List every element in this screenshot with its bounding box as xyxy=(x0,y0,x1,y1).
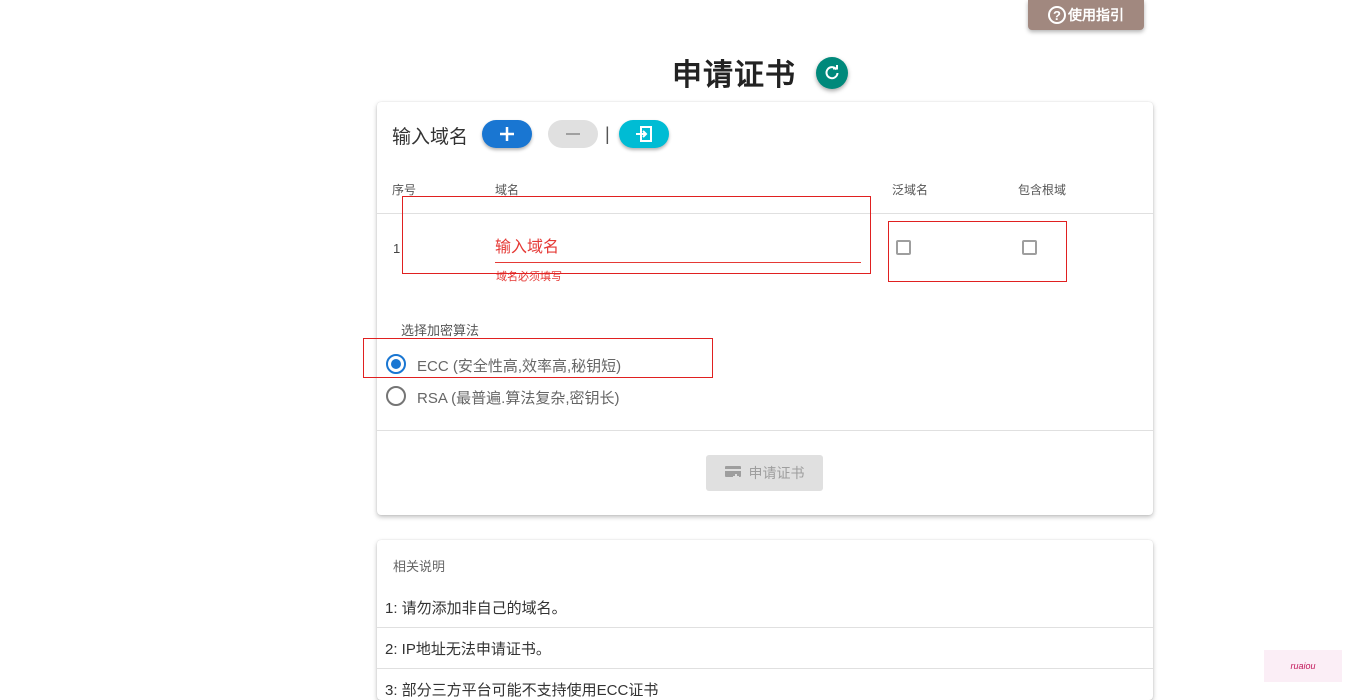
rsa-option-label[interactable]: RSA (最普遍.算法复杂,密钥长) xyxy=(417,387,620,408)
minus-icon xyxy=(566,133,580,135)
ecc-radio[interactable] xyxy=(386,354,406,374)
list-item: 3: 部分三方平台可能不支持使用ECC证书 xyxy=(385,681,659,699)
plus-icon xyxy=(500,127,514,141)
import-domain-button[interactable] xyxy=(619,120,669,148)
certificate-add-icon xyxy=(724,466,741,480)
list-item: 2: IP地址无法申请证书。 xyxy=(385,640,551,658)
import-icon xyxy=(636,126,652,142)
add-domain-button[interactable] xyxy=(482,120,532,148)
form-divider xyxy=(377,430,1153,431)
ecc-option-label[interactable]: ECC (安全性高,效率高,秘钥短) xyxy=(417,355,621,376)
apply-certificate-label: 申请证书 xyxy=(748,465,805,481)
domain-input-label: 输入域名 xyxy=(392,127,469,148)
highlight-domain-field xyxy=(402,196,871,274)
notes-title: 相关说明 xyxy=(393,559,446,574)
page-title: 申请证书 xyxy=(672,59,796,92)
toolbar-separator: | xyxy=(605,124,610,144)
row-index: 1 xyxy=(393,241,401,256)
refresh-icon xyxy=(825,65,839,80)
watermark-logo: ruaiou xyxy=(1264,650,1342,682)
help-circle-icon: ? xyxy=(1048,6,1066,24)
column-root-domain: 包含根域 xyxy=(1018,183,1067,197)
usage-guide-button[interactable]: ? 使用指引 xyxy=(1028,0,1144,30)
algorithm-label: 选择加密算法 xyxy=(401,323,480,338)
rsa-radio[interactable] xyxy=(386,386,406,406)
list-item: 1: 请勿添加非自己的域名。 xyxy=(385,599,567,617)
refresh-button[interactable] xyxy=(816,57,848,89)
notes-card: 相关说明 1: 请勿添加非自己的域名。 2: IP地址无法申请证书。 3: 部分… xyxy=(377,540,1153,700)
apply-form-card: 输入域名 | 序号 域名 泛域名 包含根域 1 域名必须填写 选择加密算法 EC… xyxy=(363,102,1153,515)
column-wildcard: 泛域名 xyxy=(892,183,929,197)
apply-certificate-button[interactable]: 申请证书 xyxy=(706,455,823,491)
usage-guide-label: 使用指引 xyxy=(1068,7,1124,23)
highlight-checkboxes xyxy=(888,221,1067,282)
remove-domain-button[interactable] xyxy=(548,120,598,148)
